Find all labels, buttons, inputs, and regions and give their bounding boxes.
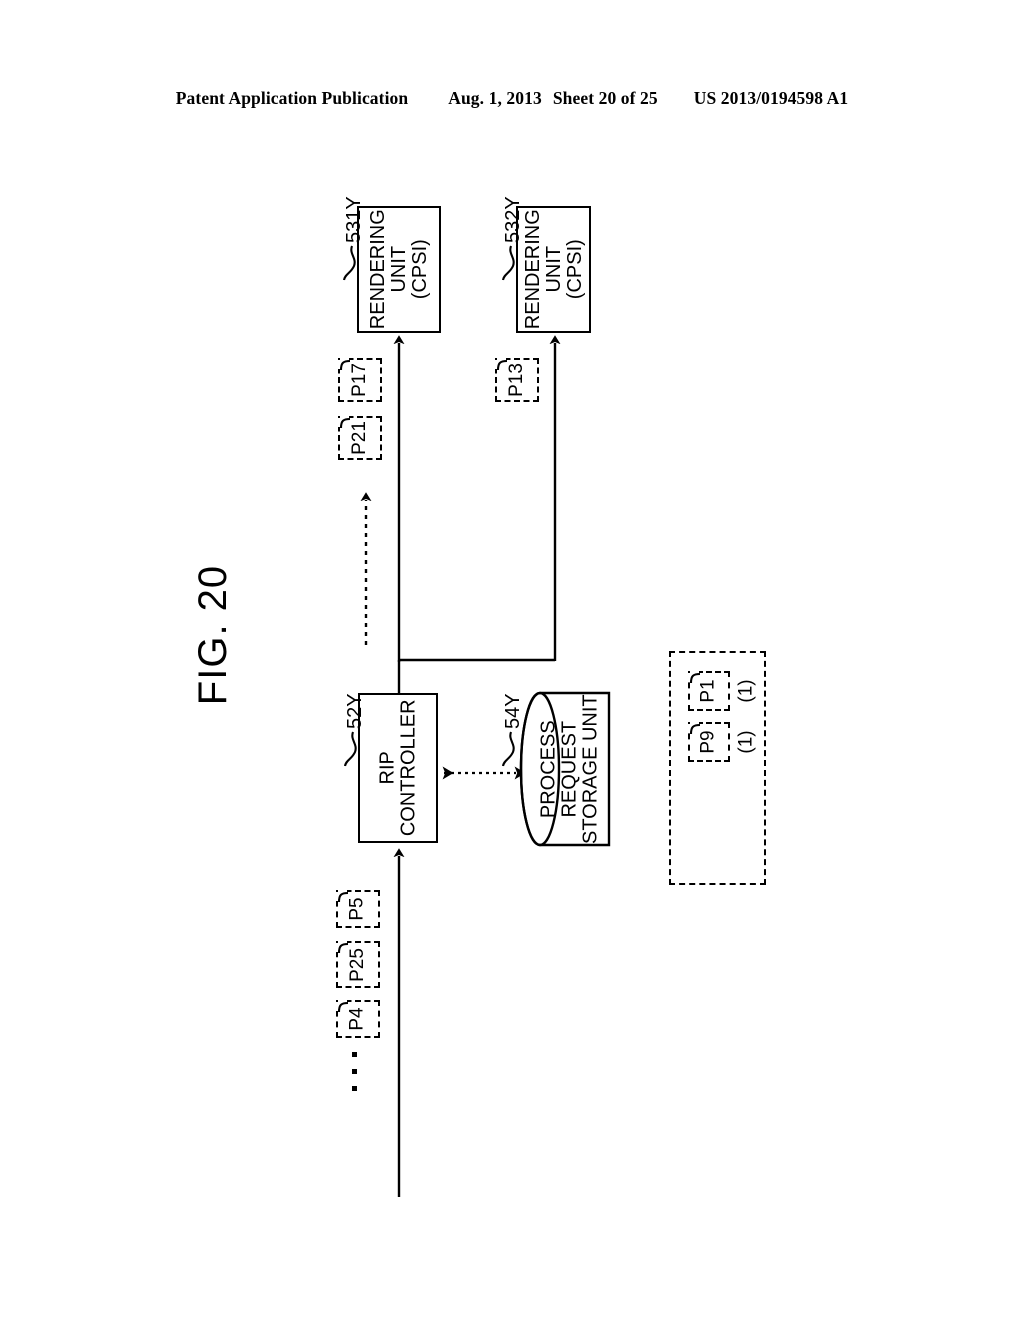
header-date: Aug. 1, 2013	[448, 88, 542, 108]
rendering-unit-2-line3: (CPSI)	[562, 239, 585, 300]
rendering-unit-2-label: RENDERING UNIT (CPSI)	[518, 208, 589, 331]
chip-corner-notch-icon	[336, 1000, 349, 1013]
packet-chip-p9-count: (1)	[735, 730, 757, 754]
packet-chip-p1[interactable]: P1	[688, 671, 730, 711]
rendering-unit-1-line2: UNIT	[387, 246, 410, 293]
packet-chip-p13[interactable]: P13	[495, 358, 539, 402]
rendering-unit-2-box[interactable]: RENDERING UNIT (CPSI)	[516, 206, 591, 333]
packet-chip-p17[interactable]: P17	[338, 358, 382, 402]
packet-chip-p9[interactable]: P9	[688, 722, 730, 762]
rip-controller-line1: RIP	[376, 751, 399, 785]
input-queue-ellipsis	[352, 1052, 357, 1103]
rendering-unit-1-line1: RENDERING	[366, 209, 389, 330]
packet-chip-p5[interactable]: P5	[336, 890, 380, 928]
chip-corner-notch-icon	[688, 722, 701, 735]
reference-numeral-532y: 532Y	[502, 196, 524, 243]
figure-title: FIG. 20	[190, 564, 235, 706]
chip-corner-notch-icon	[338, 358, 351, 371]
packet-chip-p1-count: (1)	[735, 679, 757, 703]
rip-controller-box[interactable]: RIP CONTROLLER	[358, 693, 438, 843]
rendering-unit-2-line2: UNIT	[542, 246, 565, 293]
reference-numeral-52y: 52Y	[344, 693, 366, 729]
packet-chip-p25[interactable]: P25	[336, 941, 380, 988]
reference-numeral-54y: 54Y	[502, 693, 524, 729]
process-request-storage-unit[interactable]: PROCESS REQUEST STORAGE UNIT	[518, 690, 612, 848]
header-publication: Patent Application Publication	[175, 88, 409, 108]
packet-chip-p4[interactable]: P4	[336, 1000, 380, 1038]
chip-corner-notch-icon	[336, 890, 349, 903]
header-sheet: Sheet 20 of 25	[552, 88, 658, 108]
page-header: Patent Application Publication Aug. 1, 2…	[0, 88, 1024, 109]
rip-controller-line2: CONTROLLER	[397, 699, 420, 837]
rendering-unit-1-line3: (CPSI)	[408, 239, 431, 300]
rip-controller-label: RIP CONTROLLER	[360, 695, 436, 841]
packet-chip-p21[interactable]: P21	[338, 416, 382, 460]
reference-numeral-531y: 531Y	[343, 196, 365, 243]
rendering-unit-2-line1: RENDERING	[521, 209, 544, 330]
cylinder-shape	[519, 691, 611, 847]
chip-corner-notch-icon	[336, 941, 349, 954]
header-document-number: US 2013/0194598 A1	[693, 88, 849, 108]
rendering-unit-1-label: RENDERING UNIT (CPSI)	[359, 208, 439, 331]
rendering-unit-1-box[interactable]: RENDERING UNIT (CPSI)	[357, 206, 441, 333]
chip-corner-notch-icon	[688, 671, 701, 684]
chip-corner-notch-icon	[495, 358, 508, 371]
chip-corner-notch-icon	[338, 416, 351, 429]
